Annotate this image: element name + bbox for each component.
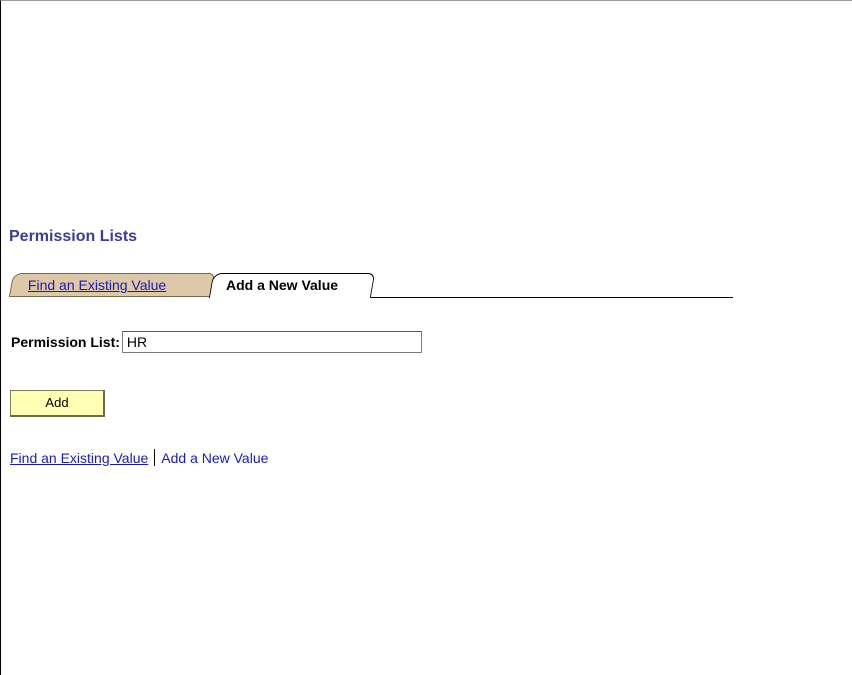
tab-add-new-value-label: Add a New Value — [226, 277, 339, 293]
permission-list-input[interactable] — [121, 331, 422, 353]
tab-add-new-value[interactable]: Add a New Value — [208, 273, 376, 298]
add-new-value-link[interactable]: Add a New Value — [161, 450, 268, 466]
bottom-links: Find an Existing Value Add a New Value — [10, 449, 268, 466]
page-frame: Permission Lists Find an Existing Value … — [0, 0, 852, 675]
tab-strip: Find an Existing Value Add a New Value — [8, 273, 733, 299]
link-separator — [154, 449, 156, 466]
add-button[interactable]: Add — [10, 390, 105, 417]
tab-baseline — [371, 297, 733, 298]
tab-find-existing-value-label[interactable]: Find an Existing Value — [28, 277, 166, 293]
permission-list-label: Permission List: — [11, 334, 120, 350]
page-title: Permission Lists — [9, 228, 138, 245]
permission-list-field-row: Permission List: — [11, 330, 422, 354]
tab-find-existing-value[interactable]: Find an Existing Value — [8, 273, 216, 297]
find-existing-value-link[interactable]: Find an Existing Value — [10, 450, 148, 466]
